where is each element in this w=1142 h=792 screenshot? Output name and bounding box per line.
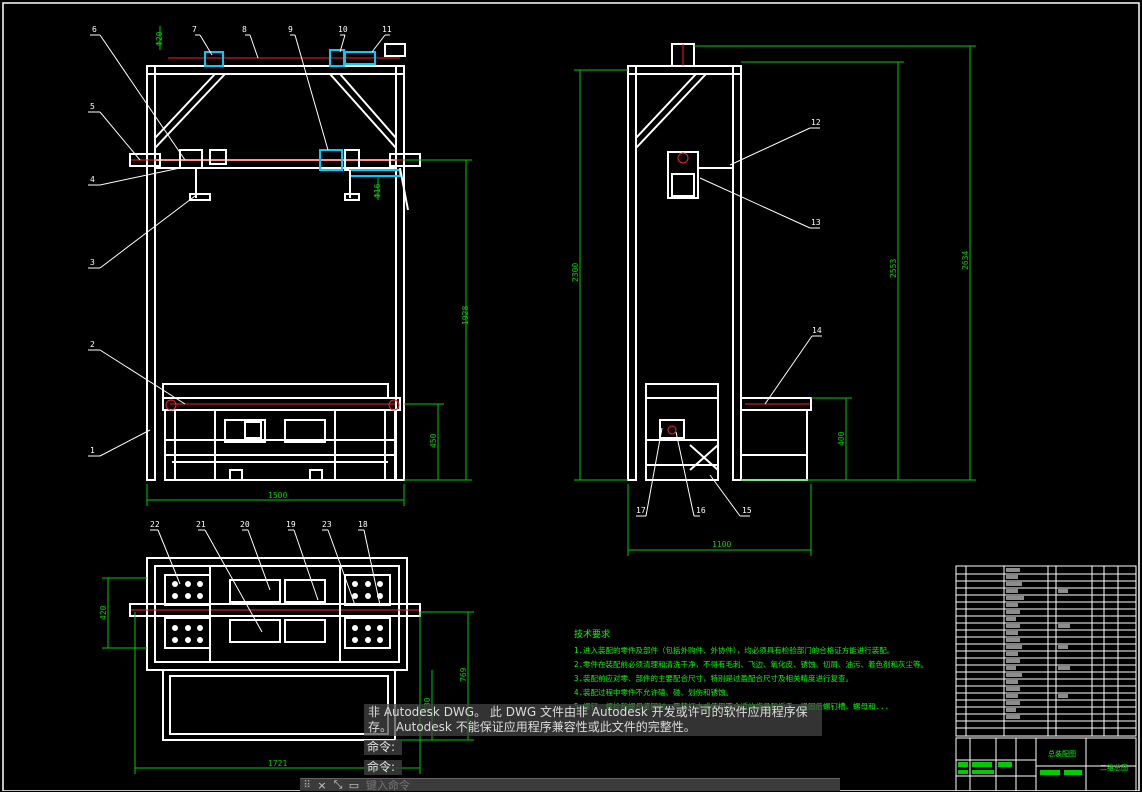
balloon-21: 21 [196,520,206,529]
balloon-2: 2 [90,340,95,349]
balloon-15: 15 [742,506,752,515]
balloon-1: 1 [90,446,95,455]
balloon-6: 6 [92,25,97,34]
balloon-14: 14 [812,326,822,335]
balloon-4: 4 [90,175,95,184]
balloon-5: 5 [90,102,95,111]
dim-side-height-a: 2300 [571,263,580,282]
command-line-bar: ⠿ × ⤡ ▭ [300,778,840,792]
balloon-12: 12 [811,118,821,127]
dim-top-depth-right: 769 [459,667,468,682]
balloon-17: 17 [636,506,646,515]
title-drawing-name: 总装配图 [1048,749,1076,758]
command-history-line: 命令: [364,760,402,775]
balloon-8: 8 [242,25,247,34]
command-history-line: 命令: [364,740,402,755]
balloon-11: 11 [382,25,392,34]
close-icon[interactable]: × [314,779,330,792]
balloon-19: 19 [286,520,296,529]
balloon-20: 20 [240,520,250,529]
drag-handle-icon[interactable]: ⠿ [300,780,314,791]
balloon-10: 10 [338,25,348,34]
dim-small-mid: Φ16 [373,183,382,198]
balloon-16: 16 [696,506,706,515]
customize-icon[interactable]: ⤡ [330,778,346,792]
dim-width-front: 1500 [268,491,287,500]
title-sheet: 二维总图 [1100,763,1128,772]
balloon-22: 22 [150,520,160,529]
dim-side-height-b: 2553 [889,259,898,278]
dim-height-front: 1928 [461,306,470,325]
command-window-icon[interactable]: ▭ [346,779,362,792]
notes-title: 技术要求 [574,628,610,640]
dim-side-height-low: 400 [837,431,846,446]
cad-drawing-canvas[interactable]: 1500 1928 450 Φ20 Φ16 6 5 4 3 2 1 7 8 9 … [0,0,1142,791]
balloon-18: 18 [358,520,368,529]
dim-small-top: Φ20 [155,31,164,46]
dim-side-height-c: 2634 [961,251,970,270]
notes-line-3: 3.装配前应对零、部件的主要配合尺寸，特别是过盈配合尺寸及相关精度进行复查。 [574,673,853,683]
command-input[interactable] [362,779,840,791]
dim-top-depth: 420 [99,605,108,620]
balloon-13: 13 [811,218,821,227]
notes-line-2: 2.零件在装配前必须清理和清洗干净，不得有毛刺、飞边、氧化皮、锈蚀、切屑、油污、… [574,659,928,669]
command-message: 非 Autodesk DWG。 此 DWG 文件由非 Autodesk 开发或许… [364,704,822,736]
balloon-23: 23 [322,520,332,529]
dim-top-width: 1721 [268,759,287,768]
notes-line-1: 1.进入装配的零件及部件（包括外购件、外协件），均必须具有检验部门的合格证方能进… [574,645,894,655]
balloon-9: 9 [288,25,293,34]
balloon-3: 3 [90,258,95,267]
dim-height-low-front: 450 [429,433,438,448]
notes-line-4: 4.装配过程中零件不允许磕、碰、划伤和锈蚀。 [574,687,733,697]
balloon-7: 7 [192,25,197,34]
dim-side-width: 1100 [712,540,731,549]
